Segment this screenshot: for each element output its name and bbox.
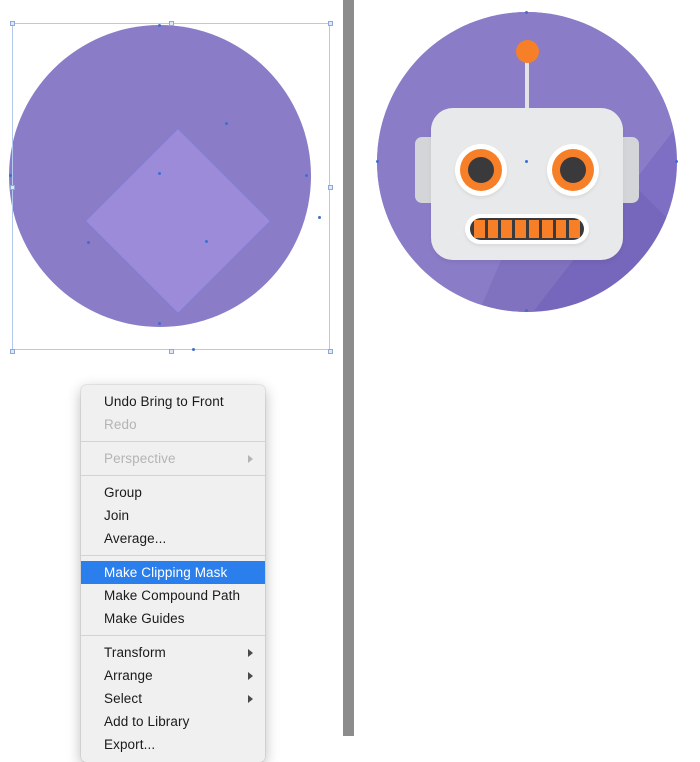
menu-separator [81,441,265,442]
context-menu[interactable]: Undo Bring to Front Redo Perspective Group J… [81,385,265,762]
anchor-point-robot-bottom[interactable] [525,309,528,312]
menu-separator [81,475,265,476]
menu-item-add-to-library[interactable]: Add to Library [81,710,265,733]
anchor-point-circle-left[interactable] [9,174,12,177]
anchor-point-circle-bottom[interactable] [158,322,161,325]
anchor-point-square-left[interactable] [87,241,90,244]
selection-bounding-box[interactable] [10,21,333,354]
selection-handle-bottom-left[interactable] [10,349,15,354]
anchor-point-robot-right[interactable] [675,160,678,163]
selection-handle-top-right[interactable] [328,21,333,26]
menu-item-join[interactable]: Join [81,504,265,527]
robot-antenna-stem [525,54,529,116]
selection-handle-bottom-right[interactable] [328,349,333,354]
selection-handle-top-left[interactable] [10,21,15,26]
robot-tooth [501,220,512,238]
menu-item-make-guides[interactable]: Make Guides [81,607,265,630]
anchor-point-square-center[interactable] [158,172,161,175]
anchor-point-robot-center[interactable] [525,160,528,163]
robot-mouth [465,214,589,244]
robot-tooth [514,220,526,238]
selection-handle-top-center[interactable] [169,21,174,26]
chevron-right-icon [248,694,253,703]
robot-eye-right [547,144,599,196]
robot-mouth-teeth [470,218,584,240]
anchor-point-square-bottom[interactable] [192,348,195,351]
robot-tooth [542,220,553,238]
anchor-point-square-top[interactable] [225,122,228,125]
right-artboard[interactable] [354,0,700,370]
menu-item-arrange[interactable]: Arrange [81,664,265,687]
anchor-point-circle-center[interactable] [205,240,208,243]
menu-item-undo-bring-to-front[interactable]: Undo Bring to Front [81,390,265,413]
selection-handle-middle-left[interactable] [10,185,15,190]
menu-item-perspective: Perspective [81,447,265,470]
panel-divider [343,0,354,736]
robot-icon[interactable] [376,11,678,312]
anchor-point-square-right[interactable] [318,216,321,219]
anchor-point-circle-right[interactable] [305,174,308,177]
anchor-point-robot-top[interactable] [525,11,528,14]
left-artboard[interactable] [0,0,343,370]
chevron-right-icon [248,454,253,463]
menu-item-average[interactable]: Average... [81,527,265,550]
chevron-right-icon [248,648,253,657]
menu-item-make-compound-path[interactable]: Make Compound Path [81,584,265,607]
robot-tooth [555,220,567,238]
robot-antenna-bulb-icon [516,40,539,63]
menu-item-make-clipping-mask[interactable]: Make Clipping Mask [81,561,265,584]
robot-tooth [474,220,485,238]
menu-item-transform[interactable]: Transform [81,641,265,664]
anchor-point-circle-top[interactable] [158,24,161,27]
robot-tooth [528,220,540,238]
menu-item-export[interactable]: Export... [81,733,265,756]
menu-item-select[interactable]: Select [81,687,265,710]
menu-item-redo: Redo [104,417,137,432]
robot-tooth [487,220,499,238]
robot-head [431,108,623,260]
robot-eye-left [455,144,507,196]
robot-iris-right [552,149,594,191]
robot-pupil-left [468,157,494,183]
editor-canvas: Undo Bring to Front Redo Perspective Group J… [0,0,700,762]
robot-iris-left [460,149,502,191]
menu-separator [81,555,265,556]
selection-handle-middle-right[interactable] [328,185,333,190]
robot-pupil-right [560,157,586,183]
menu-item-group[interactable]: Group [81,481,265,504]
menu-separator [81,635,265,636]
chevron-right-icon [248,671,253,680]
anchor-point-robot-left[interactable] [376,160,379,163]
selection-handle-bottom-center[interactable] [169,349,174,354]
robot-tooth [569,220,580,238]
